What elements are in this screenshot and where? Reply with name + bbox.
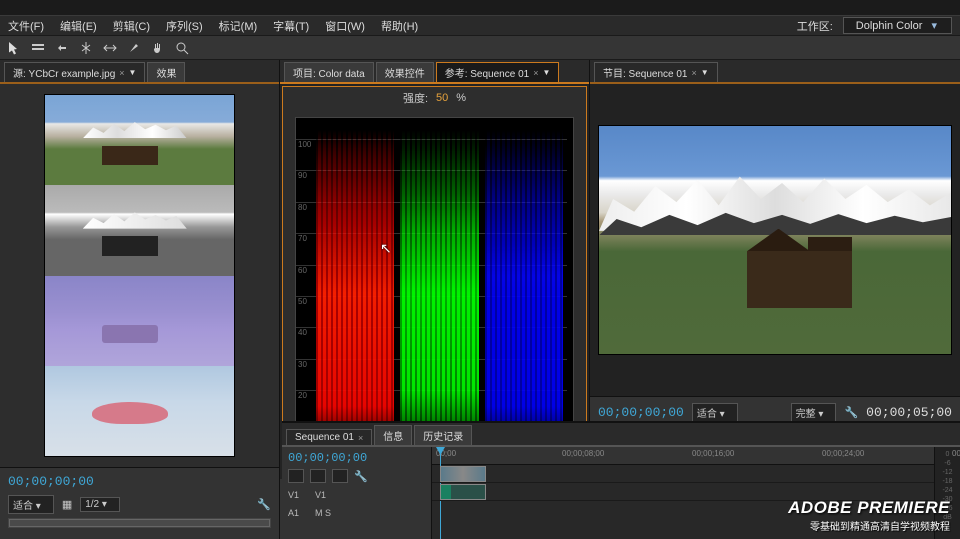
intensity-label: 强度: xyxy=(403,90,428,106)
timeline-timecode[interactable]: 00;00;00;00 xyxy=(288,451,425,465)
timeline-tracks-area[interactable]: 00;00 00;00;08;00 00;00;16;00 00;00;24;0… xyxy=(432,447,934,539)
tab-effect-controls[interactable]: 效果控件 xyxy=(376,62,434,82)
tab-info[interactable]: 信息 xyxy=(374,425,412,445)
timeline-tabs: Sequence 01× 信息 历史记录 xyxy=(282,423,960,447)
menu-icon[interactable]: ▼ xyxy=(542,68,550,77)
zoom-tool-icon[interactable] xyxy=(174,40,190,56)
reference-panel-tabs: 项目: Color data 效果控件 参考: Sequence 01×▼ xyxy=(280,60,589,84)
track-v1-target[interactable]: V1 xyxy=(315,490,326,500)
program-out-timecode[interactable]: 00;00;05;00 xyxy=(866,405,952,420)
close-icon[interactable]: × xyxy=(533,68,538,78)
fit-dropdown[interactable]: 适合 ▾ xyxy=(8,495,54,514)
marker-icon[interactable] xyxy=(332,469,348,483)
tab-program[interactable]: 节目: Sequence 01×▼ xyxy=(594,62,718,82)
timeline-header: 00;00;00;00 🔧 V1 V1 A1 M S xyxy=(282,447,432,539)
tool-bar xyxy=(0,36,960,60)
video-clip[interactable] xyxy=(440,466,486,482)
settings-icon[interactable]: ▦ xyxy=(62,498,72,511)
menu-window[interactable]: 窗口(W) xyxy=(319,16,371,36)
source-monitor xyxy=(0,84,279,467)
menu-title[interactable]: 字幕(T) xyxy=(267,16,315,36)
ycbcr-cb xyxy=(45,276,234,366)
intensity-unit: % xyxy=(456,92,466,104)
slip-tool-icon[interactable] xyxy=(102,40,118,56)
audio-clip[interactable] xyxy=(440,484,486,500)
menu-marker[interactable]: 标记(M) xyxy=(213,16,264,36)
track-select-tool-icon[interactable] xyxy=(30,40,46,56)
ycbcr-luma xyxy=(45,185,234,275)
menu-file[interactable]: 文件(F) xyxy=(2,16,50,36)
timeline-panel: Sequence 01× 信息 历史记录 00;00;00;00 🔧 V1 V1 … xyxy=(282,421,960,539)
tab-sequence[interactable]: Sequence 01× xyxy=(286,429,372,445)
rgb-parade-scope[interactable]: 100 90 80 70 60 50 40 30 20 10 xyxy=(295,117,574,468)
fit-dropdown[interactable]: 适合 ▾ xyxy=(692,403,738,422)
ycbcr-cr xyxy=(45,366,234,456)
window-titlebar xyxy=(0,0,960,16)
zoom-dropdown[interactable]: 1/2 ▾ xyxy=(80,497,120,512)
track-a1-ms[interactable]: M S xyxy=(315,508,331,518)
close-icon[interactable]: × xyxy=(358,433,363,443)
ripple-tool-icon[interactable] xyxy=(54,40,70,56)
audio-meters: 0 -6 -12 -18 -24 -30 -36 dB xyxy=(934,447,960,539)
wrench-icon[interactable]: 🔧 xyxy=(844,406,858,419)
menu-sequence[interactable]: 序列(S) xyxy=(160,16,209,36)
menu-icon[interactable]: ▼ xyxy=(129,68,137,77)
tab-reference[interactable]: 参考: Sequence 01×▼ xyxy=(436,62,560,82)
wrench-icon[interactable]: 🔧 xyxy=(354,470,368,483)
source-footer: 00;00;00;00 适合 ▾ ▦ 1/2 ▾ 🔧 xyxy=(0,467,279,539)
scope-intensity-bar: 强度: 50 % xyxy=(283,87,586,109)
tab-source[interactable]: 源: YCbCr example.jpg×▼ xyxy=(4,62,145,82)
tab-history[interactable]: 历史记录 xyxy=(414,425,472,445)
selection-tool-icon[interactable] xyxy=(6,40,22,56)
ycbcr-y-full-color xyxy=(45,95,234,185)
hand-tool-icon[interactable] xyxy=(150,40,166,56)
workspace-dropdown[interactable]: Dolphin Color ▾ xyxy=(843,17,952,34)
program-panel-tabs: 节目: Sequence 01×▼ xyxy=(590,60,960,84)
close-icon[interactable]: × xyxy=(119,68,124,78)
scope-blue-channel xyxy=(485,130,563,455)
source-timecode[interactable]: 00;00;00;00 xyxy=(8,474,271,489)
program-monitor-preview[interactable] xyxy=(598,125,952,355)
tab-project[interactable]: 项目: Color data xyxy=(284,62,374,82)
track-a1[interactable] xyxy=(432,483,934,501)
razor-tool-icon[interactable] xyxy=(78,40,94,56)
close-icon[interactable]: × xyxy=(692,68,697,78)
source-scrollbar[interactable] xyxy=(8,518,271,528)
track-v1-source[interactable]: V1 xyxy=(288,490,299,500)
track-a1-source[interactable]: A1 xyxy=(288,508,299,518)
workspace-label: 工作区: xyxy=(791,16,839,36)
menu-help[interactable]: 帮助(H) xyxy=(375,16,424,36)
program-in-timecode[interactable]: 00;00;00;00 xyxy=(598,405,684,420)
tab-effects[interactable]: 效果 xyxy=(147,62,185,82)
resolution-dropdown[interactable]: 完整 ▾ xyxy=(791,403,837,422)
scope-red-channel xyxy=(316,130,394,455)
linked-selection-icon[interactable] xyxy=(310,469,326,483)
scope-green-channel xyxy=(400,130,478,455)
pen-tool-icon[interactable] xyxy=(126,40,142,56)
menu-bar: 文件(F) 编辑(E) 剪辑(C) 序列(S) 标记(M) 字幕(T) 窗口(W… xyxy=(0,16,960,36)
snap-icon[interactable] xyxy=(288,469,304,483)
intensity-value[interactable]: 50 xyxy=(436,92,448,104)
menu-icon[interactable]: ▼ xyxy=(701,68,709,77)
track-v1[interactable] xyxy=(432,465,934,483)
wrench-icon[interactable]: 🔧 xyxy=(257,498,271,511)
source-panel-tabs: 源: YCbCr example.jpg×▼ 效果 xyxy=(0,60,279,84)
timeline-ruler[interactable]: 00;00 00;00;08;00 00;00;16;00 00;00;24;0… xyxy=(432,447,934,465)
menu-edit[interactable]: 编辑(E) xyxy=(54,16,103,36)
menu-clip[interactable]: 剪辑(C) xyxy=(107,16,156,36)
